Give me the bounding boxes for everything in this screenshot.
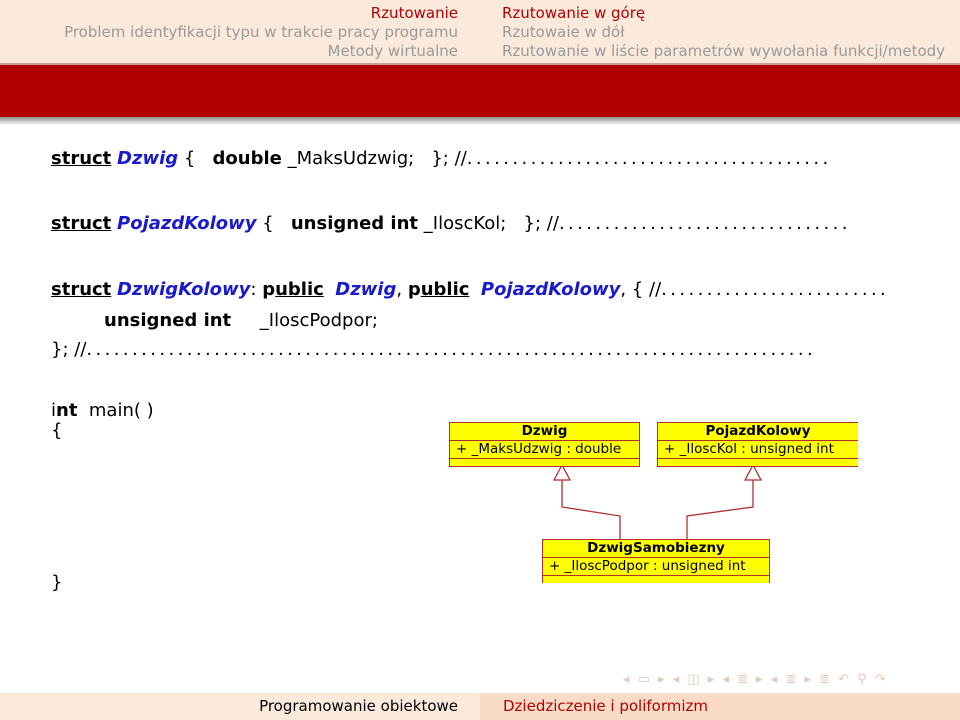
footer: Programowanie obiektowe Dziedziczenie i … (0, 693, 960, 720)
footer-lecture-title: Dziedziczenie i poliformizm (503, 697, 708, 715)
uml-operations (543, 576, 769, 583)
uml-class-pojazdkolowy[interactable]: PojazdKolowy + _IloscKol : unsigned int (657, 422, 858, 467)
inheritance-arrowhead-pojazdkolowy (743, 463, 763, 481)
inheritance-arrowhead-dzwig (552, 463, 572, 481)
footer-course-title: Programowanie obiektowe (259, 697, 458, 715)
uml-class-name: Dzwig (450, 423, 639, 441)
uml-operations (658, 459, 858, 466)
uml-class-name: PojazdKolowy (658, 423, 858, 441)
uml-inheritance-arrows (552, 463, 763, 539)
uml-class-dzwig[interactable]: Dzwig + _MaksUdzwig : double (449, 422, 640, 467)
uml-attribute: + _MaksUdzwig : double (450, 441, 639, 459)
uml-class-name: DzwigSamobiezny (543, 540, 769, 558)
uml-operations (450, 459, 639, 466)
uml-class-dzwigsamobiezny[interactable]: DzwigSamobiezny + _IloscPodpor : unsigne… (542, 539, 770, 583)
uml-attribute: + _IloscPodpor : unsigned int (543, 558, 769, 576)
beamer-navigation-icons[interactable]: ◂ ▭ ▸ ◂ ◫ ▸ ◂ ≣ ▸ ◂ ≣ ▸ ≣ ↶ ⚲ ↷ (623, 672, 888, 687)
footer-right: Dziedziczenie i poliformizm (480, 693, 960, 720)
footer-left: Programowanie obiektowe (0, 693, 480, 720)
uml-attribute: + _IloscKol : unsigned int (658, 441, 858, 459)
inheritance-line-dzwig (561, 480, 621, 539)
inheritance-line-pojazdkolowy (686, 480, 754, 539)
